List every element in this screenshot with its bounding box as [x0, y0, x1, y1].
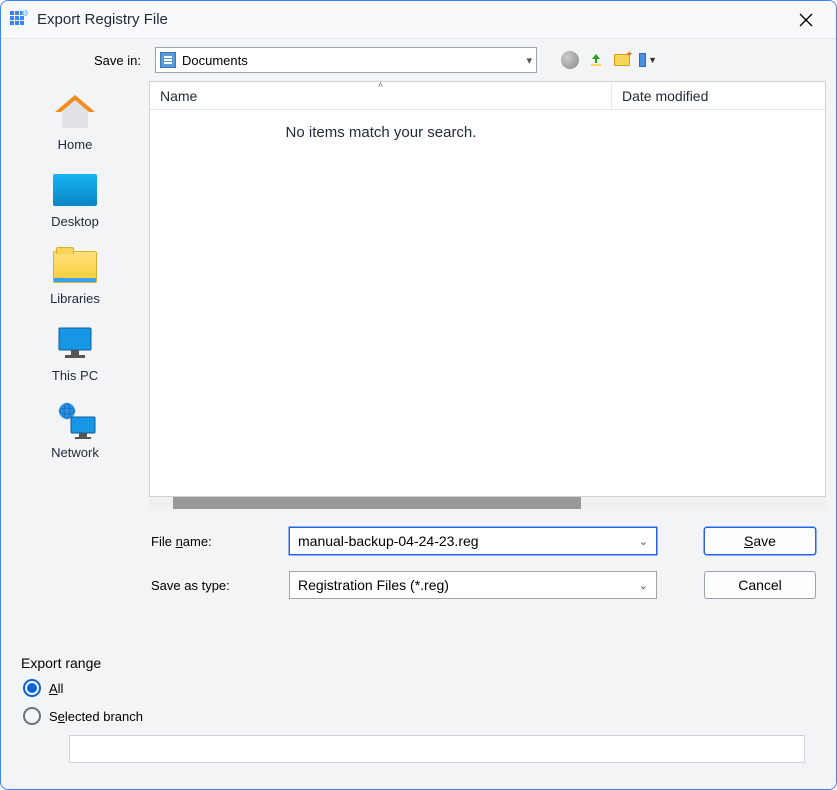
export-range-section: Export range All Selected branch [1, 655, 836, 789]
close-icon [799, 13, 813, 27]
dialog-title: Export Registry File [37, 11, 784, 28]
save-button[interactable]: Save [704, 527, 816, 555]
list-header: ˄ Name Date modified [150, 82, 825, 110]
places-desktop-label: Desktop [51, 214, 99, 229]
radio-all-indicator [23, 679, 41, 697]
chevron-down-icon[interactable]: ⌄ [639, 579, 648, 592]
nav-toolbar: ✦ ▼ [561, 51, 657, 69]
new-folder-icon[interactable]: ✦ [613, 51, 631, 69]
places-thispc-label: This PC [52, 368, 98, 383]
list-body: No items match your search. [150, 110, 825, 496]
chevron-down-icon: ▾ [526, 54, 532, 67]
up-one-level-icon[interactable] [587, 51, 605, 69]
chevron-down-icon[interactable]: ⌄ [639, 535, 648, 548]
mid-area: Home Desktop Libraries This PC Netwo [1, 81, 836, 655]
cancel-button[interactable]: Cancel [704, 571, 816, 599]
empty-message: No items match your search. [150, 124, 612, 141]
radio-all-label: All [49, 681, 63, 696]
places-home[interactable]: Home [1, 89, 149, 160]
radio-selected-branch[interactable]: Selected branch [23, 707, 814, 725]
save-in-dropdown[interactable]: Documents ▾ [155, 47, 537, 73]
places-thispc[interactable]: This PC [1, 320, 149, 391]
savetype-value: Registration Files (*.reg) [298, 577, 639, 593]
view-menu-button[interactable]: ▼ [639, 51, 657, 69]
savetype-label: Save as type: [149, 578, 289, 593]
export-dialog: Export Registry File Save in: Documents … [0, 0, 837, 790]
listing-wrap: ˄ Name Date modified No items match your… [149, 81, 826, 655]
column-date-label: Date modified [622, 88, 708, 104]
location-row: Save in: Documents ▾ ✦ ▼ [1, 39, 836, 81]
regedit-app-icon [9, 10, 29, 30]
sort-indicator-up-icon: ˄ [378, 81, 383, 90]
places-desktop[interactable]: Desktop [1, 166, 149, 237]
radio-selected-branch-label: Selected branch [49, 709, 143, 724]
thispc-icon [51, 324, 99, 364]
radio-selected-branch-indicator [23, 707, 41, 725]
places-bar: Home Desktop Libraries This PC Netwo [1, 81, 149, 655]
places-home-label: Home [58, 137, 93, 152]
savetype-combo[interactable]: Registration Files (*.reg) ⌄ [289, 571, 657, 599]
network-icon [51, 401, 99, 441]
column-name-label: Name [160, 88, 197, 104]
file-listing[interactable]: ˄ Name Date modified No items match your… [149, 81, 826, 497]
column-name[interactable]: ˄ Name [150, 82, 612, 109]
scrollbar-thumb[interactable] [173, 497, 581, 509]
chevron-down-icon: ▼ [648, 55, 657, 65]
view-grid-icon [639, 53, 646, 67]
places-libraries-label: Libraries [50, 291, 100, 306]
selected-branch-input[interactable] [69, 735, 805, 763]
filename-combo[interactable]: manual-backup-04-24-23.reg ⌄ [289, 527, 657, 555]
column-date[interactable]: Date modified [612, 88, 825, 104]
documents-icon [160, 52, 176, 68]
radio-all[interactable]: All [23, 679, 814, 697]
libraries-icon [51, 247, 99, 287]
desktop-icon [51, 170, 99, 210]
close-button[interactable] [784, 4, 828, 36]
horizontal-scrollbar[interactable] [149, 497, 826, 509]
titlebar: Export Registry File [1, 1, 836, 39]
filename-label: File name: [149, 534, 289, 549]
filename-input[interactable]: manual-backup-04-24-23.reg [298, 533, 639, 549]
home-icon [51, 93, 99, 133]
save-in-label: Save in: [71, 53, 141, 68]
save-in-value: Documents [182, 53, 526, 68]
export-range-legend: Export range [19, 655, 103, 671]
places-libraries[interactable]: Libraries [1, 243, 149, 314]
places-network-label: Network [51, 445, 99, 460]
file-input-area: File name: manual-backup-04-24-23.reg ⌄ … [149, 509, 826, 611]
back-icon[interactable] [561, 51, 579, 69]
places-network[interactable]: Network [1, 397, 149, 468]
